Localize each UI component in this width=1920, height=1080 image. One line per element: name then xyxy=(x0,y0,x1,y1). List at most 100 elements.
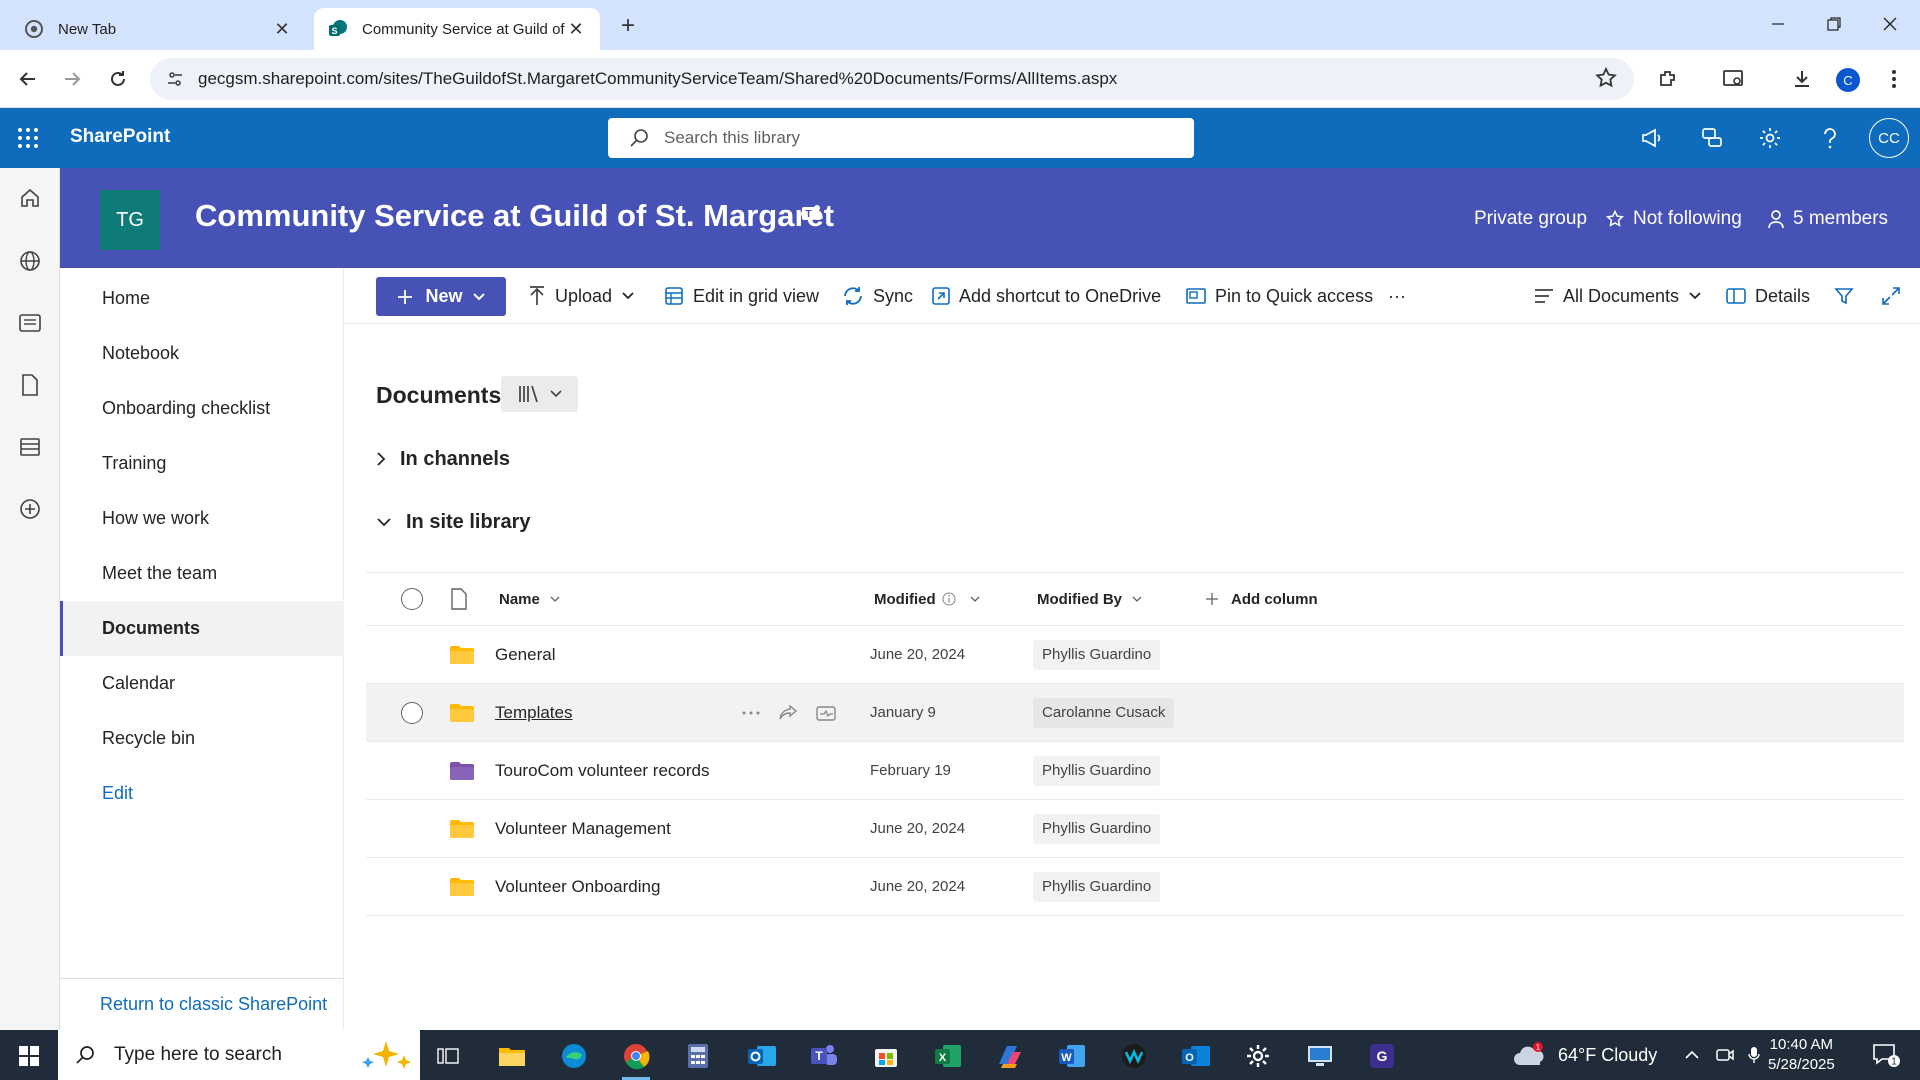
download-icon[interactable] xyxy=(1786,63,1818,95)
help-icon[interactable] xyxy=(1814,122,1846,154)
edge-icon[interactable] xyxy=(552,1036,596,1076)
nav-edit-link[interactable]: Edit xyxy=(60,766,344,821)
outlook-icon[interactable] xyxy=(740,1036,784,1076)
excel-icon[interactable]: X xyxy=(926,1036,970,1076)
persona-chip[interactable]: Phyllis Guardino xyxy=(1033,639,1161,670)
close-window-icon[interactable] xyxy=(1862,6,1918,42)
column-modified-by[interactable]: Modified By xyxy=(1037,573,1142,625)
members-button[interactable]: 5 members xyxy=(1767,208,1888,230)
row-modified-by[interactable]: Phyllis Guardino xyxy=(1033,626,1161,683)
user-avatar[interactable]: CC xyxy=(1869,118,1909,158)
add-shortcut-button[interactable]: Add shortcut to OneDrive xyxy=(932,276,1161,316)
remote-desktop-icon[interactable] xyxy=(1298,1036,1342,1076)
persona-chip[interactable]: Phyllis Guardino xyxy=(1033,813,1161,844)
nav-item-meet-the-team[interactable]: Meet the team xyxy=(60,546,344,601)
folder-name[interactable]: Volunteer Management xyxy=(495,819,671,839)
globe-icon[interactable] xyxy=(15,246,45,276)
nav-item-home[interactable]: Home xyxy=(60,271,344,326)
add-column-button[interactable]: Add column xyxy=(1205,573,1318,625)
share-icon[interactable] xyxy=(778,704,798,722)
persona-chip[interactable]: Carolanne Cusack xyxy=(1033,697,1175,728)
tab-sharepoint[interactable]: S Community Service at Guild of St. Marg… xyxy=(314,8,600,50)
row-modified-by[interactable]: Phyllis Guardino xyxy=(1033,742,1161,799)
table-row[interactable]: General June 20, 2024 Phyllis Guardino xyxy=(366,626,1904,684)
calculator-icon[interactable] xyxy=(676,1036,720,1076)
row-modified-by[interactable]: Phyllis Guardino xyxy=(1033,858,1161,915)
chevron-up-icon[interactable] xyxy=(1684,1050,1700,1060)
teams-icon[interactable]: T xyxy=(800,203,824,225)
sharepoint-brand[interactable]: SharePoint xyxy=(70,126,170,148)
news-icon[interactable] xyxy=(15,308,45,338)
chrome-taskbar-icon[interactable] xyxy=(614,1036,658,1080)
word-icon[interactable]: W xyxy=(1050,1036,1094,1076)
upload-button[interactable]: Upload xyxy=(528,276,634,316)
more-commands-button[interactable]: ··· xyxy=(1388,276,1406,316)
tab-new-tab[interactable]: New Tab ✕ xyxy=(10,8,306,50)
row-name[interactable]: TouroCom volunteer records xyxy=(495,742,709,799)
teams-taskbar-icon[interactable]: T xyxy=(802,1036,846,1076)
chat-feedback-icon[interactable] xyxy=(1696,122,1728,154)
outlook-new-icon[interactable]: O xyxy=(1174,1036,1218,1076)
edit-grid-view-button[interactable]: Edit in grid view xyxy=(664,276,819,316)
file-explorer-icon[interactable] xyxy=(490,1036,534,1076)
library-view-switch[interactable] xyxy=(501,376,578,412)
home-icon[interactable] xyxy=(15,183,45,213)
new-tab-button[interactable]: + xyxy=(614,12,642,40)
activity-icon[interactable] xyxy=(816,704,836,722)
row-name[interactable]: Volunteer Management xyxy=(495,800,671,857)
table-row[interactable]: Volunteer Onboarding June 20, 2024 Phyll… xyxy=(366,858,1904,916)
details-button[interactable]: Details xyxy=(1726,276,1810,316)
settings-icon[interactable] xyxy=(1754,122,1786,154)
taskbar-search-input[interactable]: Type here to search xyxy=(58,1030,420,1080)
clock[interactable]: 10:40 AM 5/28/2025 xyxy=(1768,1030,1835,1080)
folder-name[interactable]: Volunteer Onboarding xyxy=(495,877,660,897)
section-in-channels[interactable]: In channels xyxy=(376,444,510,474)
site-title[interactable]: Community Service at Guild of St. Margar… xyxy=(195,198,834,234)
cast-search-icon[interactable] xyxy=(1718,63,1750,95)
grammarly-icon[interactable]: G xyxy=(1360,1036,1404,1076)
task-view-icon[interactable] xyxy=(426,1036,470,1076)
new-button[interactable]: New xyxy=(376,277,506,316)
windows-start-icon[interactable] xyxy=(7,1036,51,1076)
forward-icon[interactable] xyxy=(56,63,88,95)
create-icon[interactable] xyxy=(15,494,45,524)
table-row[interactable]: TouroCom volunteer records February 19 P… xyxy=(366,742,1904,800)
nav-item-documents[interactable]: Documents xyxy=(60,601,344,656)
webex-icon[interactable] xyxy=(1112,1036,1156,1076)
row-name[interactable]: Volunteer Onboarding xyxy=(495,858,660,915)
back-icon[interactable] xyxy=(12,63,44,95)
table-row[interactable]: Templates January 9 Carolanne Cusack xyxy=(366,684,1904,742)
nav-item-training[interactable]: Training xyxy=(60,436,344,491)
filter-icon[interactable] xyxy=(1834,276,1863,316)
section-in-site-library[interactable]: In site library xyxy=(376,507,531,537)
restore-icon[interactable] xyxy=(1806,6,1862,42)
profile-avatar[interactable]: C xyxy=(1836,68,1860,92)
follow-button[interactable]: Not following xyxy=(1605,208,1742,230)
bookmark-star-icon[interactable] xyxy=(1594,66,1618,90)
row-name[interactable]: Templates xyxy=(495,684,572,741)
persona-chip[interactable]: Phyllis Guardino xyxy=(1033,871,1161,902)
persona-chip[interactable]: Phyllis Guardino xyxy=(1033,755,1161,786)
files-icon[interactable] xyxy=(15,370,45,400)
site-info-icon[interactable] xyxy=(160,64,190,94)
folder-name[interactable]: General xyxy=(495,645,555,665)
tab-close-icon[interactable]: ✕ xyxy=(272,19,292,39)
select-all-checkbox[interactable] xyxy=(401,573,423,625)
row-modified-by[interactable]: Carolanne Cusack xyxy=(1033,684,1175,741)
store-icon[interactable] xyxy=(864,1036,908,1076)
view-switcher-button[interactable]: All Documents xyxy=(1534,276,1701,316)
nav-item-notebook[interactable]: Notebook xyxy=(60,326,344,381)
table-row[interactable]: Volunteer Management June 20, 2024 Phyll… xyxy=(366,800,1904,858)
browser-menu-icon[interactable] xyxy=(1878,63,1910,95)
settings-taskbar-icon[interactable] xyxy=(1236,1036,1280,1076)
minimize-icon[interactable] xyxy=(1750,6,1806,42)
nav-item-recycle-bin[interactable]: Recycle bin xyxy=(60,711,344,766)
lists-icon[interactable] xyxy=(15,432,45,462)
address-bar[interactable]: gecgsm.sharepoint.com/sites/TheGuildofSt… xyxy=(150,58,1634,100)
pin-quick-access-button[interactable]: Pin to Quick access xyxy=(1186,276,1373,316)
sync-button[interactable]: Sync xyxy=(842,276,913,316)
row-name[interactable]: General xyxy=(495,626,555,683)
folder-name[interactable]: TouroCom volunteer records xyxy=(495,761,709,781)
microphone-icon[interactable] xyxy=(1748,1046,1760,1064)
return-to-classic-link[interactable]: Return to classic SharePoint xyxy=(60,978,344,1030)
